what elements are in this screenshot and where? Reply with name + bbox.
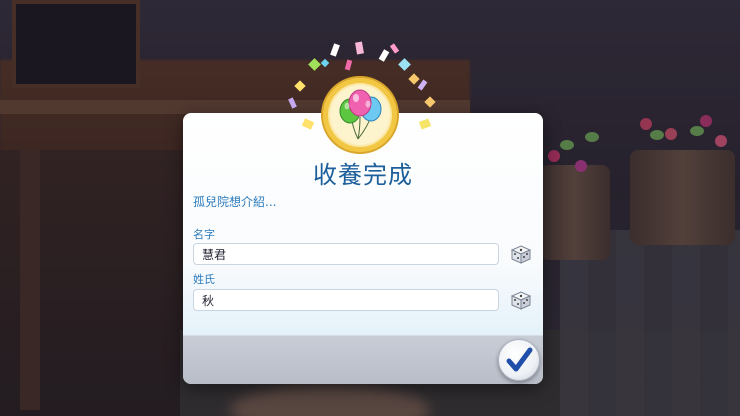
dice-icon[interactable]: [509, 242, 533, 266]
dialog-subtitle: 孤兒院想介紹...: [193, 195, 277, 209]
first-name-field[interactable]: [193, 243, 499, 265]
last-name-field[interactable]: [193, 289, 499, 311]
dialog-footer: [183, 335, 543, 384]
balloons-icon: [321, 76, 399, 154]
confirm-button[interactable]: [498, 339, 540, 381]
checkmark-icon: [506, 347, 533, 372]
last-name-label: 姓氏: [193, 273, 215, 286]
dialog-title: 收養完成: [313, 161, 413, 189]
dice-icon[interactable]: [509, 288, 533, 312]
first-name-label: 名字: [193, 228, 215, 241]
